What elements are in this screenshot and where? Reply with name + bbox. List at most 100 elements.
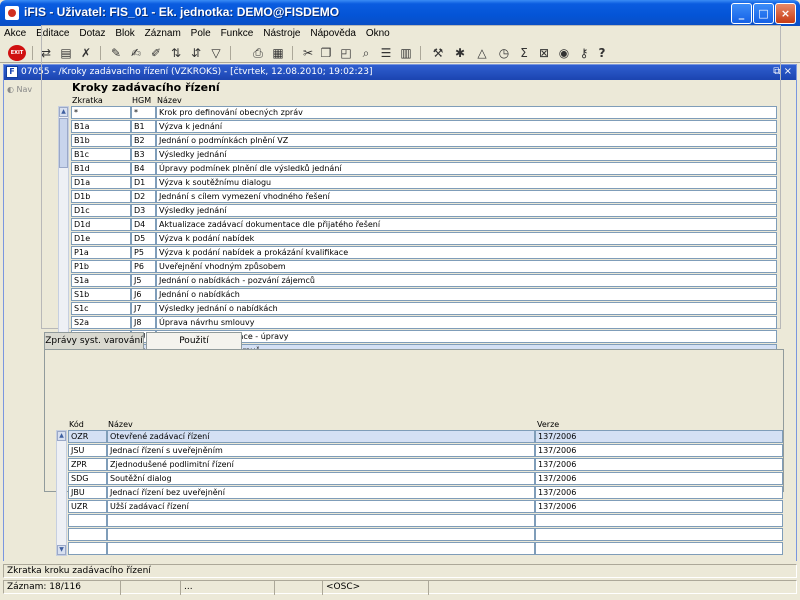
cell-hgm[interactable]: D3 bbox=[131, 204, 156, 217]
cell-kod[interactable]: OZR bbox=[68, 430, 107, 443]
maximize-button[interactable]: □ bbox=[753, 3, 774, 24]
cell-kod[interactable]: ZPR bbox=[68, 458, 107, 471]
cell-verze[interactable]: 137/2006 bbox=[535, 500, 783, 513]
cell-kod[interactable] bbox=[68, 542, 107, 555]
cell-verze[interactable]: 137/2006 bbox=[535, 458, 783, 471]
cell-verze[interactable] bbox=[535, 542, 783, 555]
cell-nazev[interactable]: Úpravy podmínek plnění dle výsledků jedn… bbox=[156, 162, 777, 175]
close-button[interactable]: × bbox=[775, 3, 796, 24]
minimize-button[interactable]: _ bbox=[731, 3, 752, 24]
cell-nazev[interactable]: Užší zadávací řízení bbox=[107, 500, 535, 513]
usage-row[interactable]: OZR Otevřené zadávací řízení 137/2006 bbox=[0, 430, 800, 444]
step-row[interactable]: S1a J5 Jednání o nabídkách - pozvání zájem… bbox=[0, 274, 800, 288]
menu-akce[interactable]: Akce bbox=[0, 26, 29, 39]
tab-pouziti[interactable]: Použití bbox=[146, 332, 242, 350]
cell-zkratka[interactable]: P1b bbox=[71, 260, 131, 273]
step-row[interactable]: B1b B2 Jednání o podmínkách plnění VZ bbox=[0, 134, 800, 148]
usage-row[interactable]: ZPR Zjednodušené podlimitní řízení 137/200… bbox=[0, 458, 800, 472]
cell-kod[interactable]: JBU bbox=[68, 486, 107, 499]
cell-kod[interactable] bbox=[68, 514, 107, 527]
cell-verze[interactable]: 137/2006 bbox=[535, 430, 783, 443]
cell-hgm[interactable]: J6 bbox=[131, 288, 156, 301]
step-row[interactable]: S1b J6 Jednání o nabídkách bbox=[0, 288, 800, 302]
step-row[interactable]: B1d B4 Úpravy podmínek plnění dle výsledků… bbox=[0, 162, 800, 176]
scroll-thumb[interactable] bbox=[59, 118, 68, 168]
step-row[interactable]: D1b D2 Jednání s cílem vymezení vhodného ř… bbox=[0, 190, 800, 204]
cell-zkratka[interactable]: D1d bbox=[71, 218, 131, 231]
cell-kod[interactable] bbox=[68, 528, 107, 541]
step-row[interactable]: B1c B3 Výsledky jednání bbox=[0, 148, 800, 162]
cell-hgm[interactable]: D1 bbox=[131, 176, 156, 189]
cell-verze[interactable]: 137/2006 bbox=[535, 472, 783, 485]
cell-nazev[interactable]: Zjednodušené podlimitní řízení bbox=[107, 458, 535, 471]
cell-nazev[interactable] bbox=[107, 514, 535, 527]
usage-row[interactable]: SDG Soutěžní dialog 137/2006 bbox=[0, 472, 800, 486]
step-row[interactable]: S2a J8 Úprava návrhu smlouvy bbox=[0, 316, 800, 330]
cell-nazev[interactable]: Uveřejnění vhodným způsobem bbox=[156, 260, 777, 273]
cell-nazev[interactable]: Aktualizace zadávací dokumentace dle při… bbox=[156, 218, 777, 231]
cell-hgm[interactable]: B3 bbox=[131, 148, 156, 161]
step-row[interactable]: D1e D5 Výzva k podání nabídek bbox=[0, 232, 800, 246]
cell-verze[interactable] bbox=[535, 514, 783, 527]
cell-nazev[interactable]: Jednání o podmínkách plnění VZ bbox=[156, 134, 777, 147]
cell-nazev[interactable]: Jednání o nabídkách bbox=[156, 288, 777, 301]
cell-zkratka[interactable]: P1a bbox=[71, 246, 131, 259]
cell-zkratka[interactable]: * bbox=[71, 106, 131, 119]
cell-hgm[interactable]: J7 bbox=[131, 302, 156, 315]
cell-zkratka[interactable]: D1a bbox=[71, 176, 131, 189]
cell-nazev[interactable]: Jednání o nabídkách - pozvání zájemců bbox=[156, 274, 777, 287]
usage-row[interactable]: UZR Užší zadávací řízení 137/2006 bbox=[0, 500, 800, 514]
cell-zkratka[interactable]: B1a bbox=[71, 120, 131, 133]
scroll-down-button[interactable]: ▼ bbox=[57, 545, 66, 555]
cell-hgm[interactable]: D2 bbox=[131, 190, 156, 203]
cell-hgm[interactable]: J5 bbox=[131, 274, 156, 287]
cell-hgm[interactable]: D4 bbox=[131, 218, 156, 231]
cell-zkratka[interactable]: B1b bbox=[71, 134, 131, 147]
cell-nazev[interactable] bbox=[107, 528, 535, 541]
cell-hgm[interactable]: P6 bbox=[131, 260, 156, 273]
step-row[interactable]: B1a B1 Výzva k jednání bbox=[0, 120, 800, 134]
cell-kod[interactable]: SDG bbox=[68, 472, 107, 485]
cell-nazev[interactable]: Krok pro definování obecných zpráv bbox=[156, 106, 777, 119]
usage-row[interactable] bbox=[0, 528, 800, 542]
cell-verze[interactable]: 137/2006 bbox=[535, 486, 783, 499]
usage-row[interactable]: JBU Jednací řízení bez uveřejnění 137/2006 bbox=[0, 486, 800, 500]
cell-nazev[interactable]: Jednání s cílem vymezení vhodného řešení bbox=[156, 190, 777, 203]
cell-nazev[interactable]: Výsledky jednání bbox=[156, 148, 777, 161]
cell-zkratka[interactable]: S2a bbox=[71, 316, 131, 329]
cell-hgm[interactable]: B2 bbox=[131, 134, 156, 147]
usage-row[interactable]: JSU Jednací řízení s uveřejněním 137/2006 bbox=[0, 444, 800, 458]
cell-hgm[interactable]: D5 bbox=[131, 232, 156, 245]
cell-nazev[interactable]: Jednací řízení s uveřejněním bbox=[107, 444, 535, 457]
cell-nazev[interactable]: Výsledky jednání bbox=[156, 204, 777, 217]
usage-row[interactable] bbox=[0, 542, 800, 556]
cell-kod[interactable]: UZR bbox=[68, 500, 107, 513]
cell-nazev[interactable]: Soutěžní dialog bbox=[107, 472, 535, 485]
step-row[interactable]: D1a D1 Výzva k soutěžnímu dialogu bbox=[0, 176, 800, 190]
cell-zkratka[interactable]: B1c bbox=[71, 148, 131, 161]
cell-hgm[interactable]: B4 bbox=[131, 162, 156, 175]
cell-zkratka[interactable]: D1c bbox=[71, 204, 131, 217]
cell-nazev[interactable]: Výzva k podání nabídek a prokázání kvali… bbox=[156, 246, 777, 259]
cell-nazev[interactable]: Výsledky jednání o nabídkách bbox=[156, 302, 777, 315]
step-row[interactable]: P1b P6 Uveřejnění vhodným způsobem bbox=[0, 260, 800, 274]
step-row[interactable]: * * Krok pro definování obecných zpráv bbox=[0, 106, 800, 120]
cell-nazev[interactable]: Výzva k podání nabídek bbox=[156, 232, 777, 245]
cell-nazev[interactable]: Otevřené zadávací řízení bbox=[107, 430, 535, 443]
cell-hgm[interactable]: P5 bbox=[131, 246, 156, 259]
exit-button[interactable]: EXIT bbox=[8, 45, 26, 61]
cell-zkratka[interactable]: B1d bbox=[71, 162, 131, 175]
step-row[interactable]: D1d D4 Aktualizace zadávací dokumentace dl… bbox=[0, 218, 800, 232]
cell-zkratka[interactable]: S1a bbox=[71, 274, 131, 287]
cell-verze[interactable]: 137/2006 bbox=[535, 444, 783, 457]
cell-hgm[interactable]: B1 bbox=[131, 120, 156, 133]
usage-row[interactable] bbox=[0, 514, 800, 528]
cell-verze[interactable] bbox=[535, 528, 783, 541]
cell-nazev[interactable]: Výzva k jednání bbox=[156, 120, 777, 133]
cell-hgm[interactable]: * bbox=[131, 106, 156, 119]
cell-nazev[interactable]: Jednací řízení bez uveřejnění bbox=[107, 486, 535, 499]
cell-nazev[interactable] bbox=[107, 542, 535, 555]
step-row[interactable]: P1a P5 Výzva k podání nabídek a prokázání … bbox=[0, 246, 800, 260]
step-row[interactable]: D1c D3 Výsledky jednání bbox=[0, 204, 800, 218]
cell-zkratka[interactable]: D1e bbox=[71, 232, 131, 245]
